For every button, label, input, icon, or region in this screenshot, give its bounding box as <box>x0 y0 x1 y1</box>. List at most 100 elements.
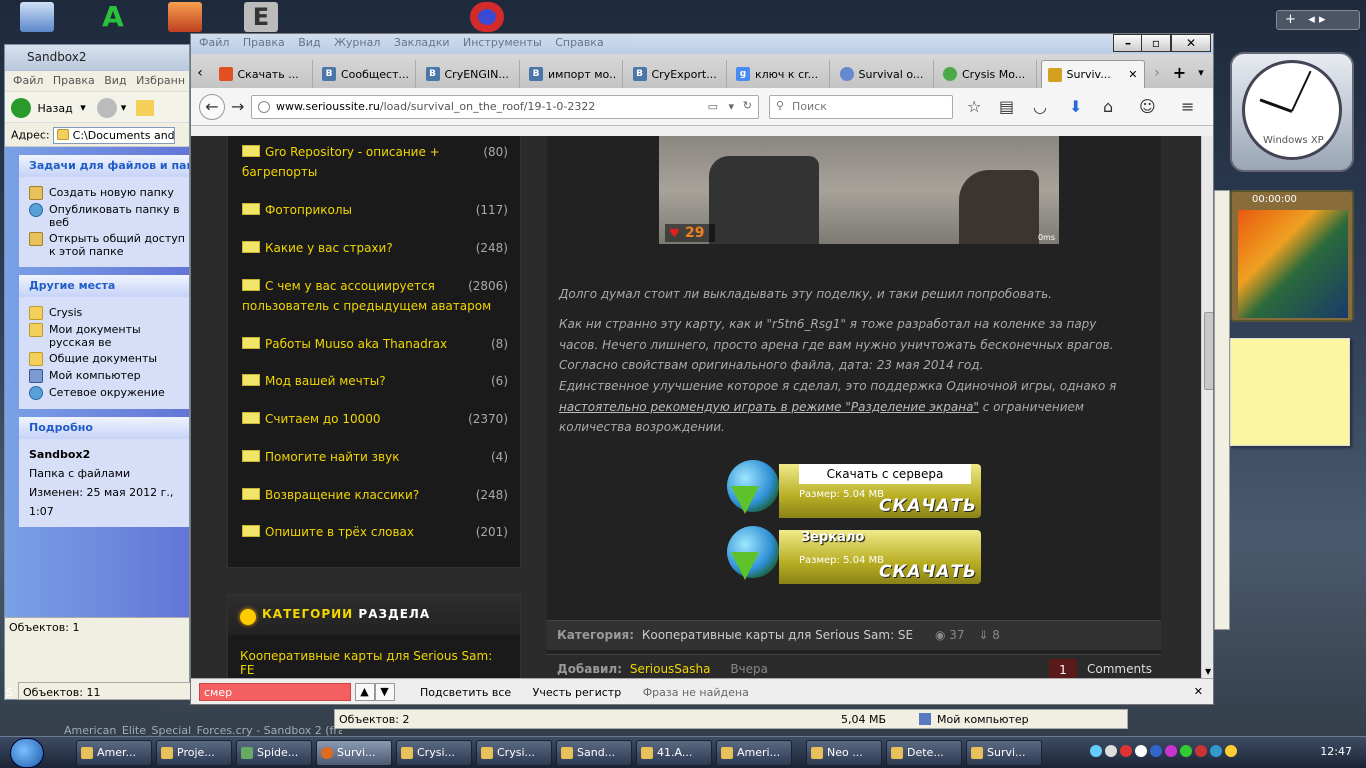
reload-icon[interactable]: ↻ <box>743 99 752 112</box>
tab-scroll-left-icon[interactable]: ‹ <box>191 60 209 86</box>
address-input[interactable]: C:\Documents and Sett <box>53 127 176 144</box>
scrollbar-thumb[interactable] <box>1204 312 1213 390</box>
back-arrow-icon[interactable] <box>11 98 31 118</box>
explorer-menu-view[interactable]: Вид <box>104 74 126 87</box>
start-button[interactable] <box>10 738 44 768</box>
minimize-button[interactable]: – <box>1113 34 1143 52</box>
menu-bookmarks[interactable]: Закладки <box>394 36 450 49</box>
download-icon[interactable]: ⬇ <box>1069 98 1082 116</box>
taskbar-button-0[interactable]: Amer... <box>76 740 152 766</box>
puzzle-grid[interactable] <box>1238 210 1348 318</box>
taskbar-button-3[interactable]: Survi... <box>316 740 392 766</box>
find-next-icon[interactable]: ▼ <box>374 683 395 701</box>
maximize-button[interactable]: ▫ <box>1141 34 1171 52</box>
game-screenshot[interactable]: ♥ 29 0ms <box>659 136 1059 244</box>
app-tray-icon[interactable] <box>1180 745 1192 757</box>
places-pane-header[interactable]: Другие места <box>19 275 189 297</box>
tab-1[interactable]: B Сообщест... <box>316 60 416 88</box>
app-tray-icon[interactable] <box>1165 745 1177 757</box>
close-button[interactable]: ✕ <box>1171 34 1211 52</box>
taskbar-button-4[interactable]: Crysi... <box>396 740 472 766</box>
explorer-menu-file[interactable]: Файл <box>13 74 43 87</box>
tasks-pane-header[interactable]: Задачи для файлов и папок <box>19 155 189 177</box>
tab-3[interactable]: Bимпорт мо... <box>523 60 623 88</box>
taskbar-clock[interactable]: 12:47 <box>1320 745 1352 758</box>
page-scrollbar[interactable]: ▼ <box>1201 136 1213 678</box>
tab-scroll-right-icon[interactable]: › <box>1148 60 1166 86</box>
comments-label[interactable]: Comments <box>1087 662 1152 676</box>
desktop-icon-gear[interactable] <box>470 2 504 32</box>
hamburger-menu-icon[interactable]: ≡ <box>1181 98 1194 116</box>
scroll-down-icon[interactable]: ▼ <box>1205 667 1211 676</box>
new-tab-icon[interactable]: + <box>1170 60 1190 86</box>
taskbar-button-1[interactable]: Proje... <box>156 740 232 766</box>
forum-link[interactable]: Помогите найти звук (4) <box>242 447 508 467</box>
bookmarks-list-icon[interactable]: ▤ <box>999 98 1014 116</box>
tab-6[interactable]: Survival o... <box>834 60 934 88</box>
language-icon[interactable] <box>1135 745 1147 757</box>
place-network[interactable]: Сетевое окружение <box>29 386 189 400</box>
place-crysis[interactable]: Crysis <box>29 306 189 320</box>
chevron-down-icon[interactable]: ▾ <box>728 100 734 113</box>
puzzle-gadget[interactable]: 00:00:00 <box>1230 190 1354 322</box>
menu-help[interactable]: Справка <box>555 36 603 49</box>
tab-0[interactable]: Скачать ... <box>213 60 313 88</box>
volume-icon[interactable] <box>1105 745 1117 757</box>
taskbar-button-5[interactable]: Crysi... <box>476 740 552 766</box>
back-icon[interactable]: ← <box>199 94 225 120</box>
find-previous-icon[interactable]: ▲ <box>354 683 375 701</box>
place-my-computer[interactable]: Мой компьютер <box>29 369 189 383</box>
menu-edit[interactable]: Правка <box>243 36 285 49</box>
taskbar-button-9[interactable]: Neo ... <box>806 740 882 766</box>
explorer-menu-edit[interactable]: Правка <box>53 74 95 87</box>
tab-2[interactable]: B CryENGIN... <box>420 60 520 88</box>
search-input[interactable]: ⚲ Поиск <box>769 95 953 119</box>
gadget-toolbar[interactable]: + ◂ ▸ <box>1276 10 1360 30</box>
tab-4[interactable]: B CryExport... <box>627 60 727 88</box>
forum-link[interactable]: Опишите в трёх словах (201) <box>242 522 508 542</box>
match-case-button[interactable]: Учесть регистр <box>533 686 622 699</box>
find-input[interactable]: смер <box>199 683 351 701</box>
forum-link[interactable]: Какие у вас страхи? (248) <box>242 238 508 258</box>
flag-icon[interactable] <box>1120 745 1132 757</box>
menu-tools[interactable]: Инструменты <box>463 36 542 49</box>
clock-gadget[interactable]: Windows XP <box>1230 52 1354 172</box>
details-pane-header[interactable]: Подробно <box>19 417 189 439</box>
taskbar-button-10[interactable]: Dete... <box>886 740 962 766</box>
category-value[interactable]: Кооперативные карты для Serious Sam: SE <box>642 628 913 642</box>
app-tray-icon[interactable] <box>1195 745 1207 757</box>
forum-link[interactable]: Работы Muuso aka Thanadrax (8) <box>242 334 508 354</box>
reader-view-icon[interactable]: ▭ <box>708 100 718 113</box>
taskbar-button-8[interactable]: Ameri... <box>716 740 792 766</box>
place-my-documents[interactable]: Мои документы русская ве <box>29 323 189 349</box>
download-mirror-button[interactable]: Зеркало Размер: 5.04 MB СКАЧАТЬ <box>727 526 983 584</box>
menu-history[interactable]: Журнал <box>334 36 380 49</box>
tab-7[interactable]: Crysis Mo... <box>937 60 1037 88</box>
taskbar-button-11[interactable]: Survi... <box>966 740 1042 766</box>
download-server-button[interactable]: Скачать с сервера Размер: 5.04 MB СКАЧАТ… <box>727 460 983 518</box>
app-tray-icon[interactable] <box>1225 745 1237 757</box>
forward-arrow-icon[interactable] <box>97 98 118 118</box>
desktop-icon-a[interactable]: A <box>96 2 130 32</box>
sticky-note[interactable] <box>1230 338 1350 446</box>
desktop-icon-app[interactable] <box>168 2 202 32</box>
tab-list-icon[interactable]: ▾ <box>1193 60 1209 86</box>
chevron-down-icon[interactable]: ▾ <box>121 101 127 114</box>
added-user[interactable]: SeriousSasha <box>630 662 711 676</box>
task-share-folder[interactable]: Открыть общий доступ к этой папке <box>29 232 189 258</box>
forum-link[interactable]: Мод вашей мечты? (6) <box>242 371 508 391</box>
tab-active[interactable]: Surviv... ✕ <box>1040 60 1145 88</box>
explorer-menu-favorites[interactable]: Избранн <box>136 74 185 87</box>
bluetooth-icon[interactable] <box>1150 745 1162 757</box>
taskbar-button-6[interactable]: Sand... <box>556 740 632 766</box>
task-publish-web[interactable]: Опубликовать папку в веб <box>29 203 189 229</box>
forum-link[interactable]: С чем у вас ассоциируется пользователь с… <box>242 276 508 316</box>
category-link[interactable]: Кооперативные карты для Serious Sam: FE <box>228 635 520 678</box>
tab-5[interactable]: g ключ к cr... <box>730 60 830 88</box>
url-bar[interactable]: www.serioussite.ru/load/survival_on_the_… <box>251 95 759 119</box>
forum-link[interactable]: Возвращение классики? (248) <box>242 485 508 505</box>
app-tray-icon[interactable] <box>1210 745 1222 757</box>
find-close-icon[interactable]: ✕ <box>1194 685 1203 698</box>
place-shared-documents[interactable]: Общие документы <box>29 352 189 366</box>
split-screen-link[interactable]: настоятельно рекомендую играть в режиме … <box>559 400 979 414</box>
